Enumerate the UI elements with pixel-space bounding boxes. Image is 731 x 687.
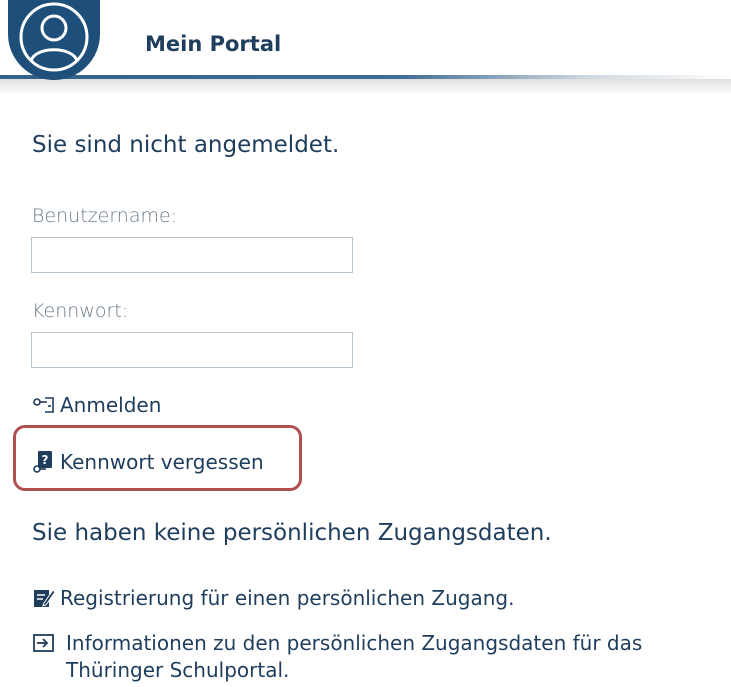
page-header: Mein Portal: [0, 0, 731, 95]
portal-title[interactable]: Mein Portal: [145, 32, 281, 56]
enter-arrow-icon: [32, 630, 66, 657]
forgot-password-link[interactable]: ? Kennwort vergessen: [32, 450, 264, 474]
username-field-box: [31, 237, 353, 273]
header-shadow: [0, 79, 731, 95]
info-line-2: Thüringer Schulportal.: [66, 658, 290, 682]
register-link[interactable]: Registrierung für einen persönlichen Zug…: [32, 586, 514, 610]
username-label: Benutzername:: [32, 205, 178, 227]
password-field-box: [31, 332, 353, 368]
key-login-icon: [32, 393, 60, 417]
register-label: Registrierung für einen persönlichen Zug…: [60, 586, 515, 610]
edit-form-icon: [32, 586, 60, 610]
forgot-password-label: Kennwort vergessen: [60, 450, 264, 474]
user-circle-icon: [19, 2, 89, 72]
info-line-1: Informationen zu den persönlichen Zugang…: [66, 631, 643, 655]
info-text: Informationen zu den persönlichen Zugang…: [66, 630, 642, 684]
login-link[interactable]: Anmelden: [32, 393, 161, 417]
login-label: Anmelden: [60, 393, 162, 417]
no-access-heading: Sie haben keine persönlichen Zugangsdate…: [32, 520, 552, 546]
key-question-icon: ?: [32, 450, 60, 474]
password-label: Kennwort:: [32, 300, 129, 322]
username-input[interactable]: [32, 238, 352, 272]
login-status-heading: Sie sind nicht angemeldet.: [32, 132, 340, 158]
svg-text:?: ?: [42, 453, 49, 467]
password-input[interactable]: [32, 333, 352, 367]
info-link[interactable]: Informationen zu den persönlichen Zugang…: [32, 630, 642, 684]
avatar[interactable]: [8, 0, 100, 80]
